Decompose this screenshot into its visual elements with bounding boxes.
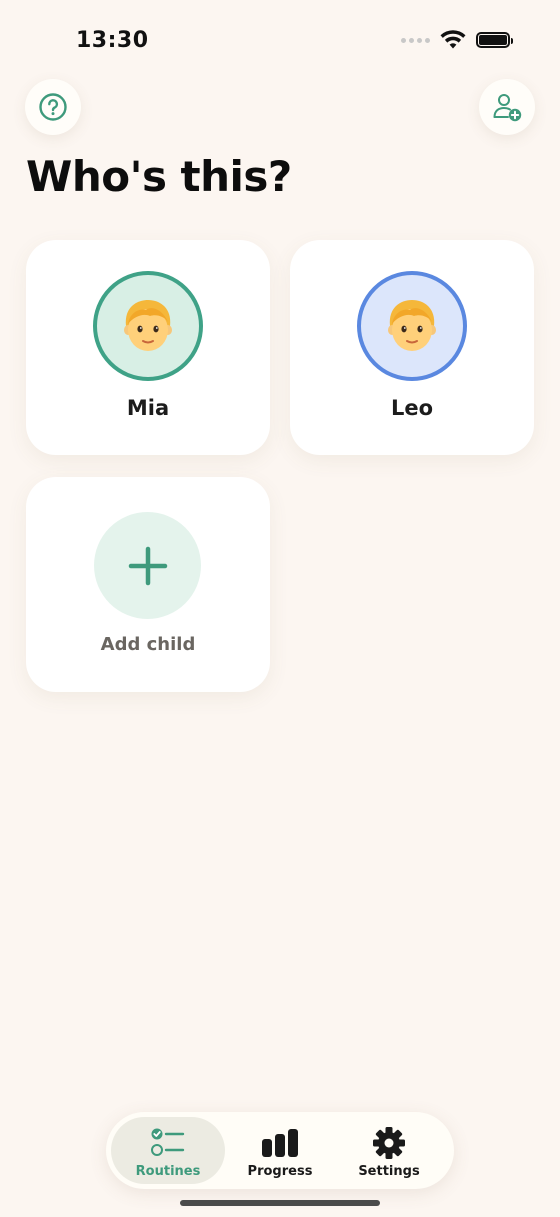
child-face-icon <box>388 300 436 351</box>
add-child-circle <box>94 512 201 619</box>
tab-bar: Routines Progress Settings <box>106 1112 454 1189</box>
wifi-icon <box>440 30 466 49</box>
signal-icon <box>401 37 430 43</box>
page-title: Who's this? <box>26 152 292 201</box>
tab-label: Routines <box>135 1164 201 1179</box>
battery-icon <box>476 32 513 48</box>
tab-settings[interactable]: Settings <box>331 1117 447 1184</box>
child-name: Leo <box>390 396 434 420</box>
avatar <box>93 271 203 381</box>
child-name: Mia <box>126 396 170 420</box>
child-face-icon <box>124 300 172 351</box>
tab-progress[interactable]: Progress <box>222 1117 338 1184</box>
help-button[interactable] <box>25 79 81 135</box>
add-child-button[interactable]: Add child <box>26 477 270 692</box>
status-time: 13:30 <box>76 28 149 53</box>
routines-icon <box>151 1128 185 1156</box>
child-card-mia[interactable]: Mia <box>26 240 270 455</box>
tab-label: Settings <box>358 1164 420 1179</box>
plus-icon <box>128 546 167 585</box>
status-bar: 13:30 <box>0 0 560 80</box>
settings-icon <box>373 1127 405 1159</box>
progress-icon <box>262 1129 298 1157</box>
add-user-icon <box>493 94 522 122</box>
add-profile-button[interactable] <box>479 79 535 135</box>
home-indicator <box>180 1200 380 1206</box>
status-indicators <box>401 30 513 50</box>
add-child-label: Add child <box>100 634 196 655</box>
avatar <box>357 271 467 381</box>
tab-label: Progress <box>247 1164 313 1179</box>
question-icon <box>39 93 67 121</box>
child-card-leo[interactable]: Leo <box>290 240 534 455</box>
tab-routines[interactable]: Routines <box>111 1117 225 1184</box>
